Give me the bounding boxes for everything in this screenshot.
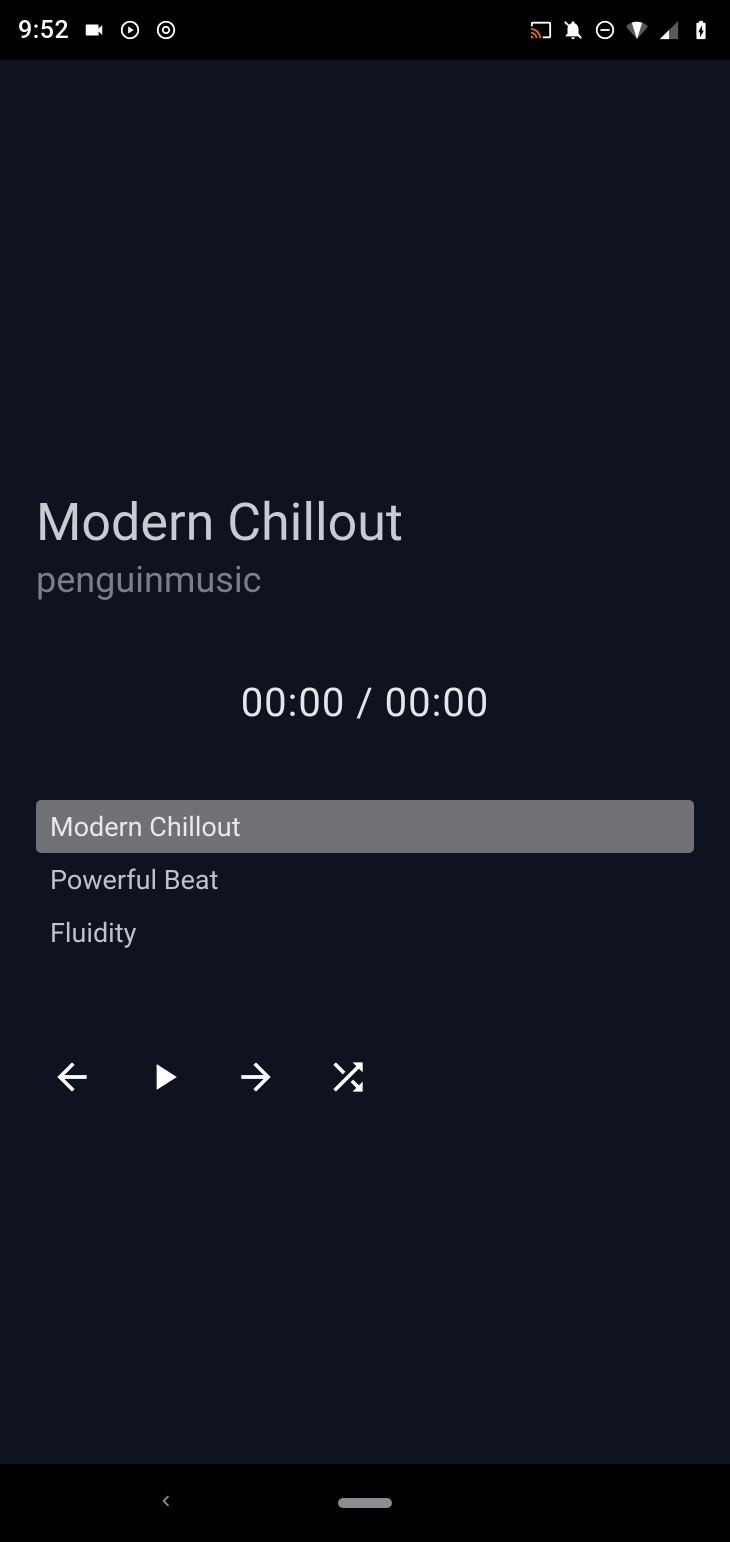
wifi-icon — [626, 19, 648, 41]
playlist-item[interactable]: Modern Chillout — [36, 800, 694, 853]
playlist-item[interactable]: Powerful Beat — [36, 853, 694, 906]
elapsed-time: 00:00 — [241, 679, 346, 726]
playlist-item[interactable]: Fluidity — [36, 906, 694, 959]
chevron-left-icon — [155, 1490, 177, 1512]
playlist-item-label: Powerful Beat — [50, 864, 218, 896]
back-button[interactable] — [155, 1490, 177, 1516]
previous-button[interactable] — [50, 1055, 94, 1099]
dnd-icon — [594, 19, 616, 41]
camera-icon — [83, 19, 105, 41]
status-bar-right — [530, 19, 712, 41]
shuffle-button[interactable] — [326, 1055, 370, 1099]
playlist-item-label: Fluidity — [50, 917, 136, 949]
total-time: 00:00 — [385, 679, 490, 726]
music-player-screen: Modern Chillout penguinmusic 00:00 / 00:… — [0, 60, 730, 1464]
shuffle-icon — [326, 1055, 370, 1099]
playlist: Modern Chillout Powerful Beat Fluidity — [36, 800, 694, 959]
time-display: 00:00 / 00:00 — [36, 679, 694, 726]
next-button[interactable] — [234, 1055, 278, 1099]
track-title: Modern Chillout — [36, 60, 694, 553]
clock: 9:52 — [18, 16, 69, 45]
player-controls — [36, 1055, 694, 1099]
status-bar-left: 9:52 — [18, 16, 177, 45]
play-circle-icon — [119, 19, 141, 41]
at-circle-icon — [155, 19, 177, 41]
arrow-left-icon — [50, 1055, 94, 1099]
play-button[interactable] — [142, 1055, 186, 1099]
cast-icon — [530, 19, 552, 41]
playlist-item-label: Modern Chillout — [50, 811, 241, 843]
signal-icon — [658, 19, 680, 41]
status-bar: 9:52 — [0, 0, 730, 60]
battery-charging-icon — [690, 19, 712, 41]
play-icon — [142, 1055, 186, 1099]
navigation-bar — [0, 1464, 730, 1542]
home-pill[interactable] — [338, 1498, 392, 1508]
track-artist: penguinmusic — [36, 559, 694, 601]
time-separator: / — [345, 679, 384, 726]
arrow-right-icon — [234, 1055, 278, 1099]
mute-icon — [562, 19, 584, 41]
